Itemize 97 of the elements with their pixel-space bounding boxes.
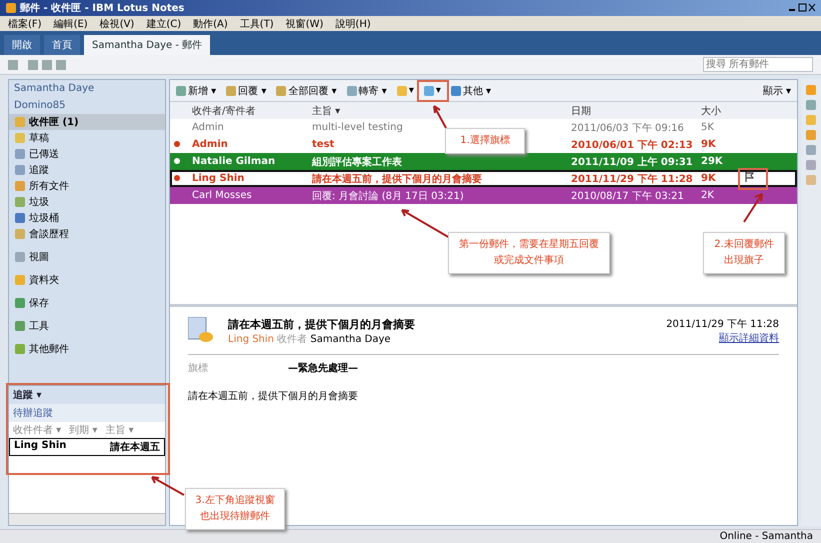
- callout-note: 第一份郵件，需要在星期五回覆或完成文件事項: [448, 232, 610, 274]
- unread-icon: [174, 175, 180, 181]
- subject: 組別評估專案工作表: [312, 155, 402, 168]
- details-link[interactable]: 顯示詳細資料: [719, 333, 779, 344]
- subject: 請在本週五前，提供下個月的月會摘要: [312, 172, 482, 186]
- size: 2K: [701, 190, 714, 201]
- sender: Admin: [192, 139, 228, 150]
- subject: 請在本週五: [110, 440, 160, 454]
- toolbar-button[interactable]: ▾: [422, 84, 443, 97]
- recipient: Samantha Daye: [310, 334, 391, 345]
- status-user[interactable]: Online - Samantha: [720, 531, 813, 542]
- column-header[interactable]: 收件者/寄件者: [192, 104, 256, 118]
- column-header[interactable]: 收件件者 ▾: [13, 423, 62, 437]
- pointer-arrow: [432, 104, 446, 128]
- tab[interactable]: Samantha Daye - 郵件: [84, 35, 210, 55]
- menu-item[interactable]: 檔案(F): [8, 16, 42, 30]
- menu-item[interactable]: 說明(H): [335, 16, 371, 30]
- message-row[interactable]: Carl Mosses 回覆: 月會討論 (8月 17日 03:21) 2010/08/17 下午 03:21 2K: [170, 187, 797, 204]
- message-row[interactable]: Ling Shin 請在本週五前，提供下個月的月會摘要 2011/11/29 下午 11:28 9K: [170, 170, 797, 187]
- subject: multi-level testing: [312, 122, 403, 133]
- sender: Ling Shin: [192, 173, 244, 184]
- column-header[interactable]: 主旨 ▾: [105, 423, 134, 437]
- menu-item[interactable]: 工具(T): [240, 16, 274, 30]
- size: 9K: [701, 173, 716, 184]
- sidebar-item[interactable]: 資料夾: [9, 272, 165, 288]
- search-field[interactable]: 搜尋 所有郵件: [703, 57, 813, 72]
- subject: 回覆: 月會討論 (8月 17日 03:21): [312, 190, 464, 202]
- sender: Carl Mosses: [192, 190, 252, 201]
- subject: test: [312, 139, 334, 150]
- sidebar-item[interactable]: 收件匣 (1): [9, 114, 165, 130]
- column-header[interactable]: 大小: [701, 104, 721, 118]
- toolbar-button[interactable]: 轉寄 ▾: [344, 82, 389, 98]
- size: 9K: [701, 139, 716, 150]
- sidebar-item[interactable]: 所有文件: [9, 178, 165, 194]
- follow-up-subtitle: 待辦追蹤: [9, 404, 165, 422]
- pointer-arrow: [150, 475, 184, 495]
- toolbar-icons: [8, 58, 68, 70]
- sender: Ling Shin: [14, 440, 66, 453]
- date: 2010/06/01 下午 02:13: [571, 138, 693, 152]
- field-value: —緊急先處理—: [288, 362, 358, 375]
- sidebar-item[interactable]: 工具: [9, 318, 165, 334]
- menu-item[interactable]: 動作(A): [193, 16, 228, 30]
- toolbar-button[interactable]: 新增 ▾: [174, 82, 218, 98]
- tab[interactable]: 開啟: [4, 35, 40, 55]
- sidebar-item[interactable]: 垃圾: [9, 194, 165, 210]
- pointer-arrow: [400, 208, 450, 238]
- unread-icon: [174, 158, 180, 164]
- column-header[interactable]: 主旨 ▾: [312, 104, 340, 118]
- toolbar-button[interactable]: ▾: [394, 84, 416, 97]
- preview-subject: 請在本週五前，提供下個月的月會摘要: [228, 317, 415, 332]
- highlight-frame: [738, 168, 768, 190]
- column-header[interactable]: 到期 ▾: [69, 423, 98, 437]
- sidebar-item[interactable]: 保存: [9, 295, 165, 311]
- sender: Admin: [192, 122, 224, 133]
- callout-note: 2.未回覆郵件出現旗子: [703, 232, 785, 274]
- message-icon: [188, 317, 214, 345]
- sidebar-item[interactable]: 已傳送: [9, 146, 165, 162]
- display-button[interactable]: 顯示 ▾: [760, 82, 793, 98]
- toolbar-button[interactable]: 全部回覆 ▾: [274, 82, 339, 98]
- date: 2011/11/09 上午 09:31: [571, 156, 693, 168]
- toolbar-button[interactable]: 回覆 ▾: [224, 82, 268, 98]
- menu-item[interactable]: 編輯(E): [54, 16, 88, 30]
- tab[interactable]: 首頁: [44, 35, 80, 55]
- message-row[interactable]: Natalie Gilman 組別評估專案工作表 2011/11/09 上午 09:31 29K: [170, 153, 797, 170]
- sidebar-item[interactable]: 垃圾桶: [9, 210, 165, 226]
- follow-up-row[interactable]: Ling Shin 請在本週五: [9, 438, 165, 456]
- mailbox-owner: Samantha Daye: [14, 83, 94, 94]
- highlight-frame: [417, 80, 449, 102]
- sidebar-item[interactable]: 追蹤: [9, 162, 165, 178]
- date: 2010/08/17 下午 03:21: [571, 190, 684, 202]
- menu-item[interactable]: 建立(C): [146, 16, 182, 30]
- sender: Natalie Gilman: [192, 156, 276, 167]
- window-title: 郵件 - 收件匣 - IBM Lotus Notes: [20, 2, 184, 15]
- follow-up-title[interactable]: 追蹤 ▾: [9, 386, 165, 404]
- pointer-arrow: [742, 192, 764, 224]
- toolbar-button[interactable]: 其他 ▾: [448, 82, 494, 98]
- unread-icon: [174, 141, 180, 147]
- message-body: 請在本週五前，提供下個月的月會摘要: [188, 390, 359, 403]
- sidebar-item[interactable]: 其他郵件: [9, 341, 165, 357]
- size: 29K: [701, 156, 723, 167]
- recipient-label: 收件者: [277, 334, 308, 345]
- size: 5K: [701, 122, 714, 133]
- window-controls-icon: [789, 3, 815, 13]
- date: 2011/11/29 下午 11:28: [571, 172, 693, 186]
- menu-item[interactable]: 檢視(V): [100, 16, 134, 30]
- callout-note: 3.左下角追蹤視窗也出現待辦郵件: [185, 488, 285, 530]
- sidebar-item[interactable]: 草稿: [9, 130, 165, 146]
- sidebar-item[interactable]: 視圖: [9, 249, 165, 265]
- date: 2011/06/03 下午 09:16: [571, 122, 684, 134]
- callout-note: 1.選擇旗標: [445, 128, 525, 154]
- preview-date: 2011/11/29 下午 11:28: [666, 318, 779, 331]
- field-label: 旗標: [188, 362, 208, 375]
- server-name: Domino85: [14, 100, 66, 111]
- column-header[interactable]: 日期: [571, 104, 591, 118]
- sidebar-item[interactable]: 會談歷程: [9, 226, 165, 242]
- app-icon: [6, 3, 16, 13]
- menu-item[interactable]: 視窗(W): [286, 16, 324, 30]
